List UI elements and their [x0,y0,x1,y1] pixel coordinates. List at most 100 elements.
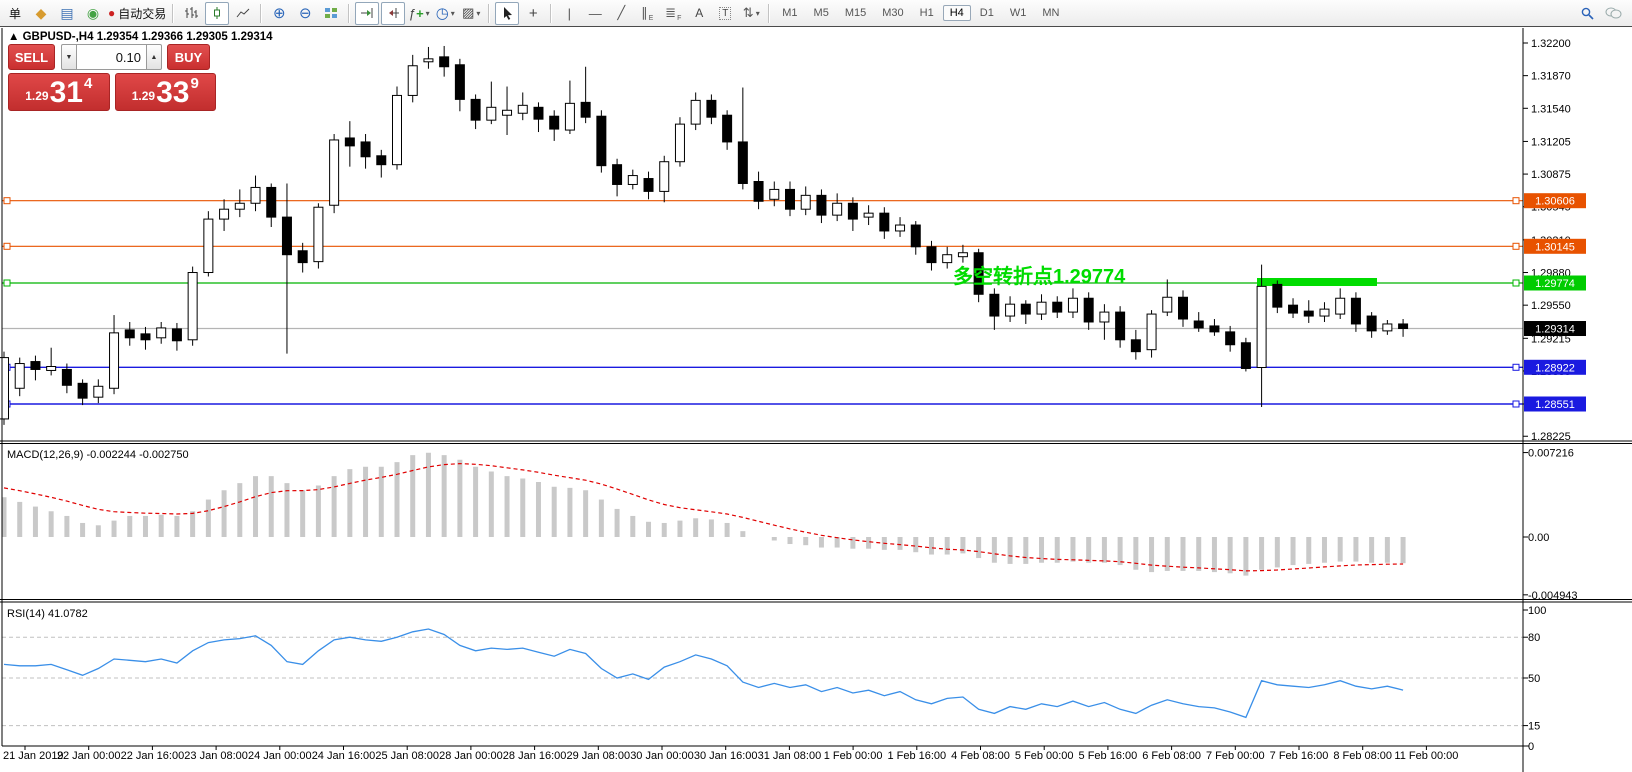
chart-shift-icon [386,6,400,20]
chat-icon [1605,6,1622,20]
svg-text:1 Feb 00:00: 1 Feb 00:00 [824,750,883,762]
toolbar-separator [488,4,490,23]
auto-scroll-button[interactable] [355,2,379,25]
timeframe-button-M30[interactable]: M30 [875,5,910,21]
data-window-icon[interactable]: ◉ [81,2,105,25]
text-button[interactable]: A [687,2,711,25]
auto-scroll-icon [360,6,374,20]
fibonacci-button[interactable]: ≣F [661,2,685,25]
chevron-down-icon: ▾ [756,9,760,18]
timeframe-toolbar: M1M5M15M30H1H4D1W1MN [774,5,1067,21]
svg-text:1.31205: 1.31205 [1531,136,1571,148]
indicators-button[interactable]: ƒ+▾ [407,2,431,25]
fibonacci-icon: ≣ [665,5,676,21]
svg-text:1.30875: 1.30875 [1531,169,1571,181]
timeframe-button-H1[interactable]: H1 [913,5,941,21]
chat-button[interactable] [1601,2,1625,25]
timeframe-button-M15[interactable]: M15 [838,5,873,21]
buy-price-pipette: 9 [190,75,198,92]
sell-price-box[interactable]: 1.29 31 4 [8,73,110,111]
svg-text:23 Jan 08:00: 23 Jan 08:00 [184,750,248,762]
svg-text:1.29314: 1.29314 [1535,324,1575,336]
svg-text:1 Feb 16:00: 1 Feb 16:00 [887,750,946,762]
svg-text:1.29550: 1.29550 [1531,300,1571,312]
text-label-button[interactable]: T [713,2,737,25]
svg-text:1.30606: 1.30606 [1535,196,1575,208]
toolbar-separator [260,4,262,23]
line-chart-icon [236,6,250,20]
volume-input[interactable]: 0.10 [77,44,146,70]
svg-text:1.31540: 1.31540 [1531,103,1571,115]
svg-text:30 Jan 16:00: 30 Jan 16:00 [694,750,758,762]
svg-text:5 Feb 16:00: 5 Feb 16:00 [1079,750,1138,762]
timeframe-button-M1[interactable]: M1 [775,5,804,21]
market-watch-icon[interactable]: ▤ [55,2,79,25]
arrows-button[interactable]: ⇅▾ [739,2,763,25]
zoom-in-button[interactable]: ⊕ [267,2,291,25]
timeframe-button-MN[interactable]: MN [1035,5,1066,21]
svg-text:29 Jan 08:00: 29 Jan 08:00 [566,750,630,762]
buy-price-box[interactable]: 1.29 33 9 [115,73,217,111]
one-click-trading-panel: SELL ▼ 0.10 ▲ BUY 1.29 31 4 1.29 33 9 [8,44,216,111]
tile-windows-icon [324,6,338,20]
trend-line-button[interactable]: ╱ [609,2,633,25]
svg-text:-0.004943: -0.004943 [1528,590,1578,602]
vertical-line-button[interactable]: | [557,2,581,25]
svg-text:0: 0 [1528,741,1534,753]
chart-canvas[interactable]: 1.322001.318701.315401.312051.308751.305… [0,28,1632,772]
equidistant-channel-button[interactable]: ∥E [635,2,659,25]
buy-price-prefix: 1.29 [132,89,155,103]
timeframe-button-W1[interactable]: W1 [1003,5,1034,21]
timeframe-button-D1[interactable]: D1 [973,5,1001,21]
svg-text:25 Jan 08:00: 25 Jan 08:00 [375,750,439,762]
timeframe-button-H4[interactable]: H4 [943,5,971,21]
buy-button[interactable]: BUY [167,44,210,70]
cursor-button[interactable] [495,2,519,25]
svg-text:6 Feb 08:00: 6 Feb 08:00 [1142,750,1201,762]
svg-text:22 Jan 16:00: 22 Jan 16:00 [121,750,185,762]
svg-text:MACD(12,26,9) -0.002244 -0.002: MACD(12,26,9) -0.002244 -0.002750 [7,449,189,461]
chart-shift-button[interactable] [381,2,405,25]
svg-text:7 Feb 16:00: 7 Feb 16:00 [1270,750,1329,762]
crosshair-button[interactable]: + [521,2,545,25]
zoom-out-button[interactable]: ⊖ [293,2,317,25]
svg-text:28 Jan 00:00: 28 Jan 00:00 [439,750,503,762]
sell-price-prefix: 1.29 [25,89,48,103]
top-toolbar: 单 ◆ ▤ ◉ ● 自动交易 ⊕ ⊖ ƒ+▾ ◷▾ ▨▾ + | — ╱ [0,0,1632,27]
chart-window: 1.322001.318701.315401.312051.308751.305… [0,28,1632,772]
svg-text:31 Jan 08:00: 31 Jan 08:00 [758,750,822,762]
autotrading-button[interactable]: ● 自动交易 [107,2,167,25]
svg-text:RSI(14) 41.0782: RSI(14) 41.0782 [7,608,88,620]
cursor-icon [501,6,514,20]
svg-text:4 Feb 08:00: 4 Feb 08:00 [951,750,1010,762]
metaeditor-icon[interactable]: ◆ [29,2,53,25]
svg-text:21 Jan 2019: 21 Jan 2019 [3,750,64,762]
search-button[interactable] [1575,2,1599,25]
templates-button[interactable]: ▨▾ [459,2,483,25]
horizontal-line-button[interactable]: — [583,2,607,25]
new-order-button[interactable]: 单 [3,2,27,25]
svg-text:7 Feb 00:00: 7 Feb 00:00 [1206,750,1265,762]
tile-windows-button[interactable] [319,2,343,25]
sell-button[interactable]: SELL [8,44,55,70]
toolbar-separator [550,4,552,23]
clock-icon: ◷ [436,4,449,22]
search-icon [1580,6,1595,21]
volume-decrease-button[interactable]: ▼ [61,44,77,70]
candlestick-chart-button[interactable] [205,2,229,25]
periods-button[interactable]: ◷▾ [433,2,457,25]
indicators-icon: ƒ [409,6,416,21]
svg-text:1.31870: 1.31870 [1531,71,1571,83]
autotrading-status-icon: ● [108,6,115,20]
line-chart-button[interactable] [231,2,255,25]
svg-text:11 Feb 00:00: 11 Feb 00:00 [1394,750,1458,762]
svg-text:1.29774: 1.29774 [1535,278,1575,290]
svg-text:15: 15 [1528,721,1540,733]
svg-text:5 Feb 00:00: 5 Feb 00:00 [1015,750,1074,762]
chevron-down-icon: ▾ [426,9,430,18]
bar-chart-button[interactable] [179,2,203,25]
candlestick-chart-icon [210,6,224,20]
svg-text:8 Feb 08:00: 8 Feb 08:00 [1333,750,1392,762]
volume-increase-button[interactable]: ▲ [146,44,162,70]
timeframe-button-M5[interactable]: M5 [807,5,836,21]
